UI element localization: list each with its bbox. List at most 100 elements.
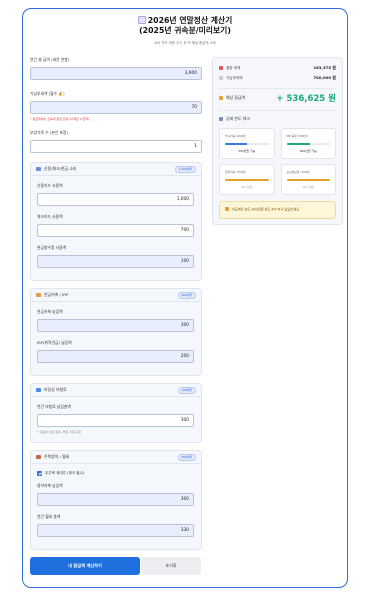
rent-label: 연간 월세 총액 bbox=[37, 514, 61, 519]
dependents-input[interactable]: 1 bbox=[30, 140, 202, 153]
insurance-label: 연간 보험료 납입총액 bbox=[37, 404, 71, 409]
irp-label: IRP(퇴직연금) 납입액 bbox=[37, 340, 72, 345]
cash-receipt-field: 현금영수증 사용액 100 bbox=[37, 245, 194, 268]
credit-card-label: 신용카드 사용액 bbox=[37, 183, 63, 188]
limit-progress-fill bbox=[225, 143, 247, 145]
prepaid-tax-label: 기납부세액 bbox=[226, 75, 243, 80]
credit-card-icon bbox=[36, 167, 41, 171]
limit-tile-title: 보장성보험 (100만) bbox=[286, 170, 311, 174]
credit-card-field: 신용카드 사용액 1,000 bbox=[37, 183, 194, 206]
cash-receipt-label: 현금영수증 사용액 bbox=[37, 245, 67, 250]
pension-limit-badge: 900만원 bbox=[177, 291, 196, 299]
check-card-field: 체크카드 사용액 700 bbox=[37, 214, 194, 237]
withheld-label: 기납부세액 (월수 💰) bbox=[30, 91, 65, 96]
limit-progress-bar bbox=[225, 179, 269, 181]
rent-field: 연간 월세 총액 330 bbox=[37, 514, 194, 537]
determined-tax-label: 결정 세액 bbox=[226, 65, 241, 70]
calculator-panel: 2026년 연말정산 계산기 (2025년 귀속분/미리보기) 소비 카드 비용… bbox=[22, 8, 348, 588]
tip-box: 연금계좌 한도 600만원 한도 IRP 추가 납입하세요 bbox=[219, 201, 336, 219]
page-title: 2026년 연말정산 계산기 bbox=[23, 16, 347, 26]
header: 2026년 연말정산 계산기 (2025년 귀속분/미리보기) 소비 카드 비용… bbox=[23, 9, 347, 45]
dependents-field: 부양가족 수 (본인 포함) 1 bbox=[30, 130, 202, 153]
limit-tile-value: 0% 달성 bbox=[241, 185, 253, 189]
card-section-header: 신용/체크/현금 소비 1,500만원 bbox=[31, 163, 201, 176]
dependents-label: 부양가족 수 (본인 포함) bbox=[30, 130, 69, 135]
pension-savings-label: 연금저축 납입액 bbox=[37, 309, 63, 314]
pension-section-title: 연금저축 / IRP bbox=[44, 292, 69, 297]
calendar-icon bbox=[137, 16, 146, 24]
insurance-section: 보장성 보험료 100만원 연간 보험료 납입총액 300 * 자동차 보험 제… bbox=[30, 383, 202, 443]
limit-progress-bar bbox=[286, 143, 330, 145]
tip-text: 연금계좌 한도 600만원 한도 IRP 추가 납입하세요 bbox=[232, 207, 300, 212]
shield-icon bbox=[36, 388, 41, 392]
limit-progress-bar bbox=[286, 179, 330, 181]
reset-button[interactable]: 초기화 bbox=[141, 557, 201, 575]
homeless-checkbox[interactable] bbox=[37, 471, 42, 476]
credit-card-input[interactable]: 1,000 bbox=[37, 193, 194, 206]
divider bbox=[219, 110, 336, 111]
limit-grid: 부녀저축 (600만) 300만원 가능 IRP 등외 (900만) 400만원… bbox=[219, 128, 336, 195]
refund-row: 예상 환급액 + 536,625 원 bbox=[219, 88, 336, 104]
rent-input[interactable]: 330 bbox=[37, 524, 194, 537]
limit-tile: IRP 등외 (900만) 400만원 가능 bbox=[280, 128, 336, 159]
pension-savings-input[interactable]: 300 bbox=[37, 319, 194, 332]
salary-label: 연간 총 급여 (세전 연봉) bbox=[30, 57, 70, 62]
homeless-checkbox-row[interactable]: 무주택 세대주 (체크 필수) bbox=[37, 471, 194, 476]
calculate-button[interactable]: 내 환급액 계산하기 bbox=[30, 557, 140, 575]
housing-section: 주택청약 / 월세 300만원 무주택 세대주 (체크 필수) 청약저축 납입액… bbox=[30, 450, 202, 550]
result-column: 결정 세액 163,375 원 기납부세액 700,000 원 예상 환급액 +… bbox=[212, 57, 343, 225]
housing-section-title: 주택청약 / 월세 bbox=[44, 454, 70, 459]
insurance-limit-badge: 100만원 bbox=[177, 386, 196, 394]
limit-tile-title: 부녀저축 (600만) bbox=[225, 134, 247, 138]
limit-tile-title: 청약저축 (300만) bbox=[225, 170, 247, 174]
money-bag-icon bbox=[219, 96, 223, 100]
subscription-savings-field: 청약저축 납입액 300 bbox=[37, 483, 194, 506]
house-icon bbox=[36, 455, 41, 459]
limit-tile-value: 0% 달성 bbox=[302, 185, 314, 189]
withheld-input[interactable]: 70 bbox=[30, 101, 202, 114]
cash-receipt-input[interactable]: 100 bbox=[37, 255, 194, 268]
insurance-input[interactable]: 300 bbox=[37, 414, 194, 427]
receipt-icon bbox=[219, 76, 223, 80]
limit-progress-fill bbox=[286, 179, 330, 181]
page-title-line-2: (2025년 귀속분/미리보기) bbox=[139, 26, 231, 35]
insurance-section-header: 보장성 보험료 100만원 bbox=[31, 384, 201, 397]
subscription-savings-input[interactable]: 300 bbox=[37, 493, 194, 506]
limit-progress-fill bbox=[286, 143, 311, 145]
action-buttons: 내 환급액 계산하기 초기화 bbox=[30, 557, 202, 575]
result-card: 결정 세액 163,375 원 기납부세액 700,000 원 예상 환급액 +… bbox=[212, 57, 343, 225]
withheld-field: 기납부세액 (월수 💰) 70 * 원금계에서 소득세 원천 합계 (아래로 0… bbox=[30, 91, 202, 121]
irp-input[interactable]: 200 bbox=[37, 350, 194, 363]
pension-savings-field: 연금저축 납입액 300 bbox=[37, 309, 194, 332]
salary-input[interactable]: 3,900 bbox=[30, 67, 202, 80]
prepaid-tax-row: 기납부세액 700,000 원 bbox=[219, 73, 336, 83]
homeless-checkbox-label: 무주택 세대주 (체크 필수) bbox=[45, 471, 85, 475]
input-column: 연간 총 급여 (세전 연봉) 3,900 기납부세액 (월수 💰) 70 * … bbox=[30, 57, 202, 575]
housing-limit-badge: 300만원 bbox=[177, 453, 196, 461]
limit-tile: 보장성보험 (100만) 0% 달성 bbox=[280, 164, 336, 195]
card-section: 신용/체크/현금 소비 1,500만원 신용카드 사용액 1,000 체크카드 … bbox=[30, 162, 202, 281]
piggy-bank-icon bbox=[36, 293, 41, 297]
refund-value: + 536,625 원 bbox=[276, 94, 336, 104]
check-card-label: 체크카드 사용액 bbox=[37, 214, 63, 219]
withheld-note: * 원금계에서 소득세 원천 합계 (아래로 0 입력) bbox=[30, 117, 90, 121]
card-section-title: 신용/체크/현금 소비 bbox=[44, 166, 77, 171]
limit-progress-bar bbox=[225, 143, 269, 145]
title-line-1: 2026년 연말정산 계산기 bbox=[147, 16, 233, 25]
lightbulb-icon bbox=[225, 207, 229, 211]
limit-check-title-text: 공제 한도 체크 bbox=[226, 116, 250, 121]
limit-tile: 부녀저축 (600만) 300만원 가능 bbox=[219, 128, 275, 159]
pension-section: 연금저축 / IRP 900만원 연금저축 납입액 300 IRP(퇴직연금) … bbox=[30, 288, 202, 376]
limit-tile-value: 400만원 가능 bbox=[299, 149, 317, 153]
salary-field: 연간 총 급여 (세전 연봉) 3,900 bbox=[30, 57, 202, 80]
prepaid-tax-value: 700,000 원 bbox=[313, 75, 336, 80]
chart-icon bbox=[219, 117, 223, 121]
limit-progress-fill bbox=[225, 179, 269, 181]
determined-tax-row: 결정 세액 163,375 원 bbox=[219, 63, 336, 73]
limit-tile-value: 300만원 가능 bbox=[238, 149, 256, 153]
limit-check-title: 공제 한도 체크 bbox=[219, 116, 336, 122]
check-card-input[interactable]: 700 bbox=[37, 224, 194, 237]
housing-section-header: 주택청약 / 월세 300만원 bbox=[31, 451, 201, 464]
pension-section-header: 연금저축 / IRP 900만원 bbox=[31, 289, 201, 302]
limit-tile-title: IRP 등외 (900만) bbox=[286, 134, 308, 138]
